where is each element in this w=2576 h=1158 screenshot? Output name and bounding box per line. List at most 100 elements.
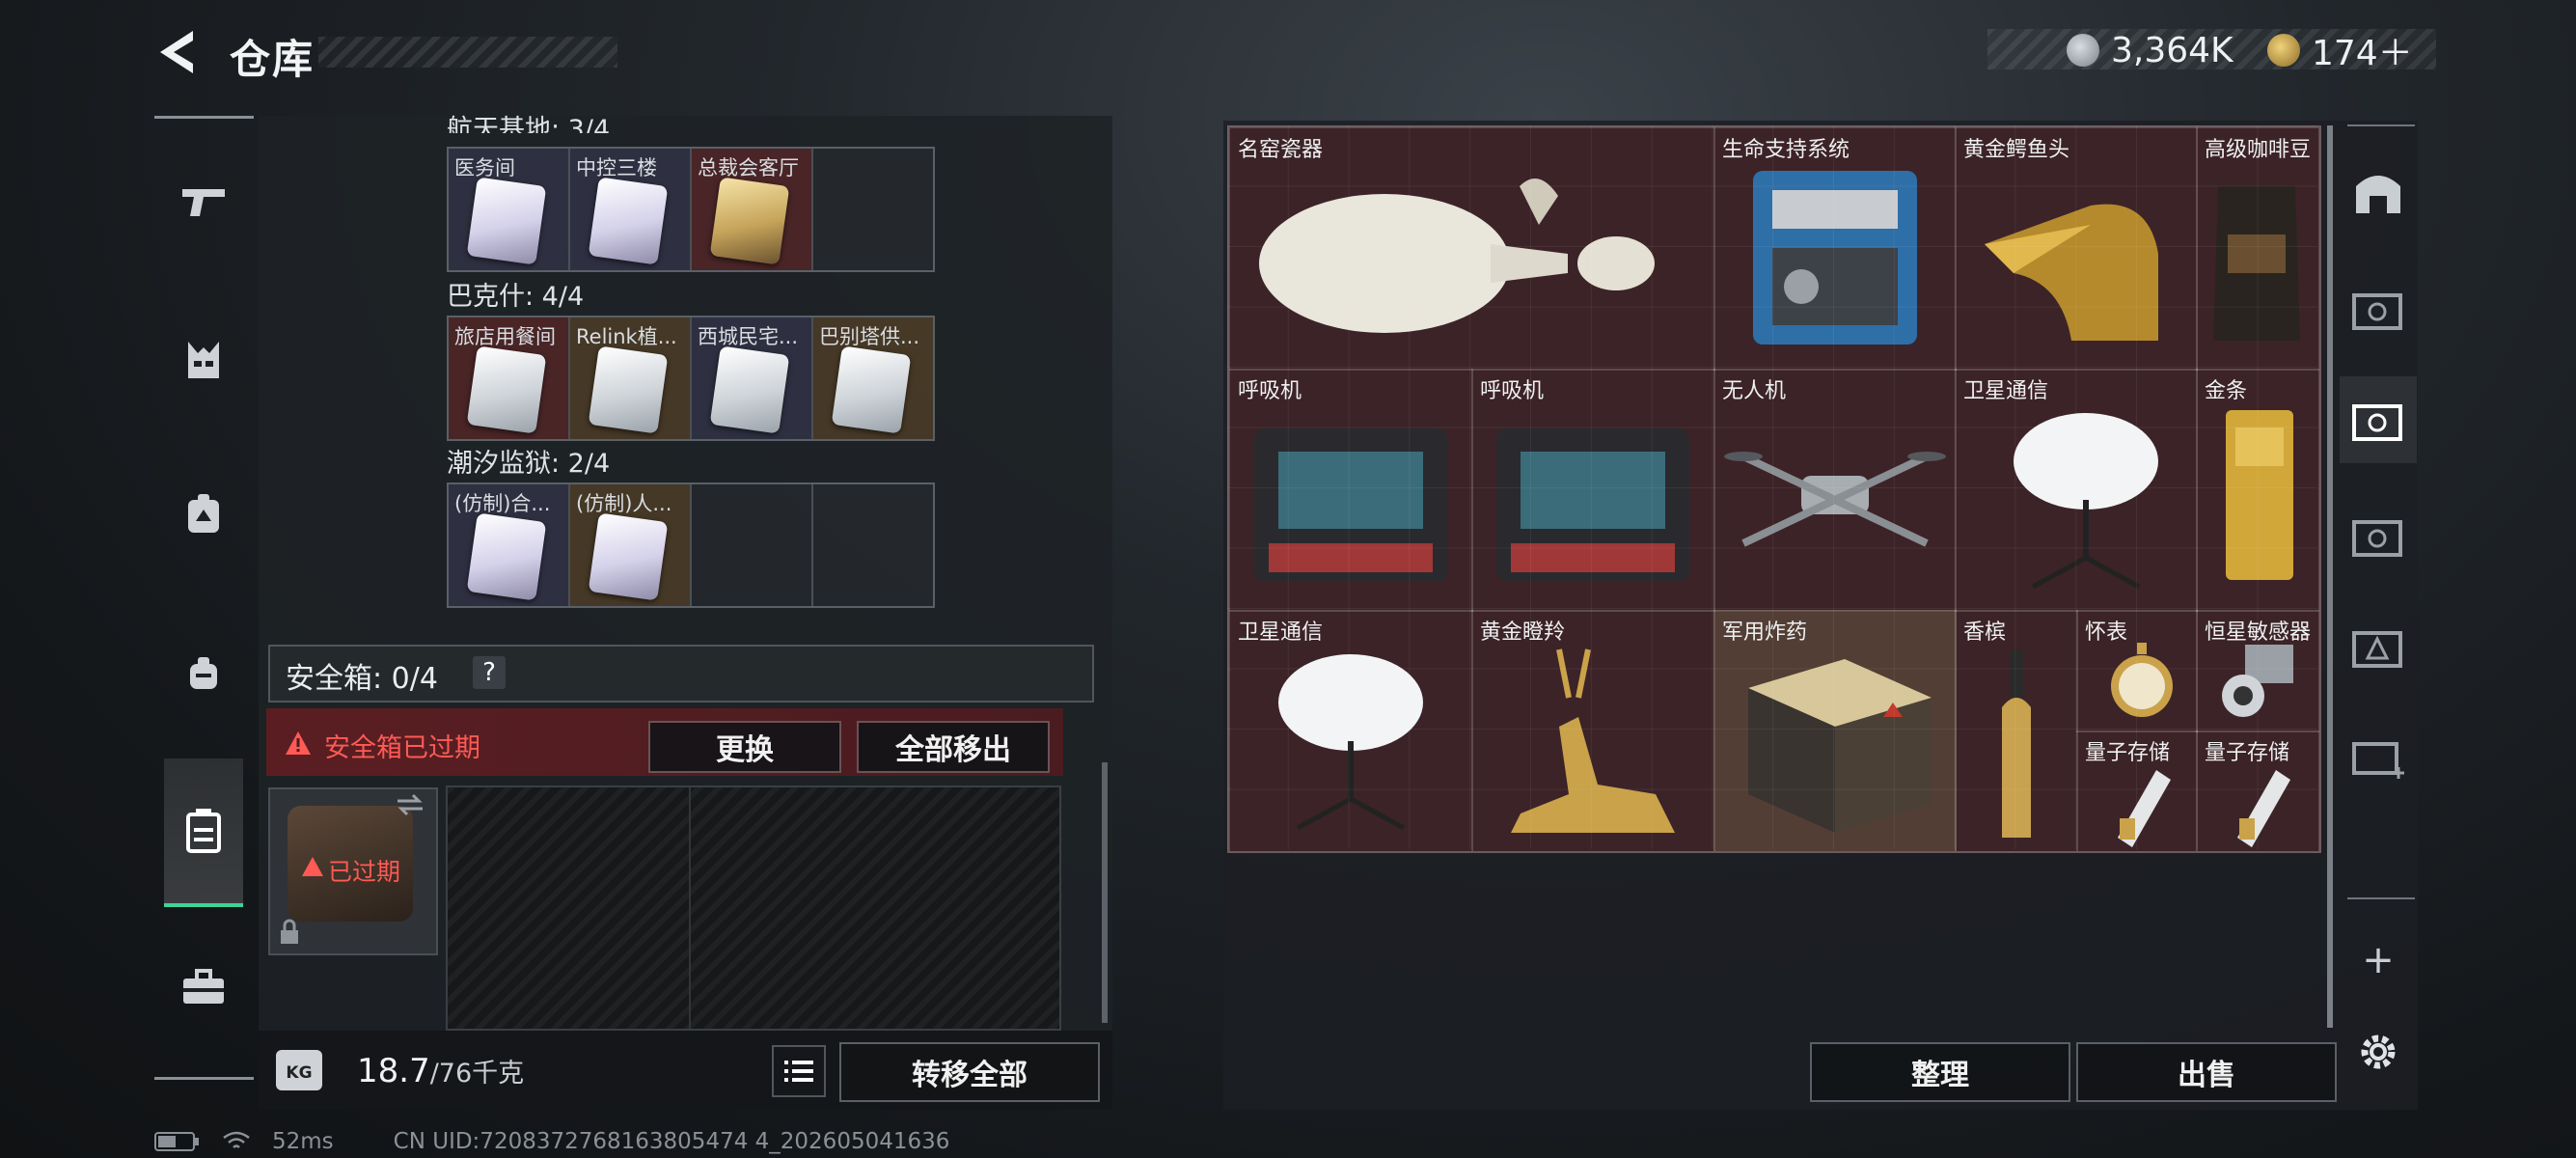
swap-icon[interactable] — [394, 793, 426, 816]
back-arrow-icon — [160, 31, 193, 73]
safe-case-icon — [186, 809, 221, 853]
weight-value: 18.7/76千克 — [357, 1052, 524, 1090]
pocket-watch-icon — [2111, 643, 2173, 717]
item-coffee-beans[interactable]: 高级咖啡豆 — [2196, 127, 2319, 371]
keycard-slot-empty[interactable] — [692, 484, 813, 606]
safe-tier-4-icon — [2352, 404, 2402, 441]
nav-weapon[interactable] — [164, 129, 243, 274]
nav-toolbox[interactable] — [164, 915, 243, 1060]
keycard-slot[interactable]: 医务间 — [449, 149, 570, 270]
safe-box-storage[interactable] — [446, 786, 1061, 1031]
ping-value: 52ms — [272, 1129, 334, 1154]
nav-safe-box[interactable] — [164, 758, 243, 907]
nav-backpack[interactable] — [164, 442, 243, 587]
keycard-grid-1: 医务间 中控三楼 总裁会客厅 — [447, 147, 935, 272]
keycard-slot-empty[interactable] — [813, 484, 933, 606]
pistol-icon — [182, 189, 225, 216]
warehouse-tab-4-active[interactable] — [2340, 376, 2417, 463]
toolbox-icon — [183, 969, 224, 1004]
wifi-icon — [223, 1131, 250, 1148]
title-stripes — [318, 37, 617, 68]
keycard-label: 旅店用餐间 — [454, 325, 556, 348]
keycard-slot[interactable]: 中控三楼 — [570, 149, 692, 270]
keycard-slot[interactable]: 西城民宅... — [692, 317, 813, 439]
item-name: 呼吸机 — [1238, 379, 1302, 403]
safe-tier-4-icon — [2352, 520, 2402, 557]
keycard-slot[interactable]: Relink植... — [570, 317, 692, 439]
vest-icon — [188, 342, 219, 378]
gear-icon — [2361, 1034, 2396, 1069]
item-champagne[interactable]: 香槟 — [1955, 610, 2078, 851]
item-quantum-storage[interactable]: 量子存储 — [2076, 731, 2198, 851]
item-satcom[interactable]: 卫星通信 — [1229, 610, 1473, 851]
item-gold-croc-head[interactable]: 黄金鳄鱼头 — [1955, 127, 2198, 371]
expired-banner-text: 安全箱已过期 — [324, 733, 480, 763]
item-name: 无人机 — [1722, 379, 1787, 403]
keycard-label: (仿制)合... — [454, 492, 551, 515]
nav-armor[interactable] — [164, 288, 243, 432]
porcelain-vase-icon — [1259, 179, 1655, 333]
currency-gold-value: 174＋ — [2312, 34, 2413, 73]
item-gold-gazelle[interactable]: 黄金瞪羚 — [1471, 610, 1715, 851]
keycard-slot-empty[interactable] — [813, 149, 933, 270]
settings-button[interactable] — [2340, 1008, 2417, 1095]
transfer-all-button[interactable]: 转移全部 — [839, 1042, 1100, 1102]
champagne-bottle-icon — [2002, 649, 2031, 838]
item-pocket-watch[interactable]: 怀表 — [2076, 610, 2198, 732]
left-scrollbar[interactable] — [1102, 762, 1108, 1023]
back-button[interactable] — [154, 27, 203, 77]
star-sensor-icon — [2222, 645, 2293, 717]
right-scrollbar[interactable] — [2327, 125, 2333, 1028]
nav-bag[interactable] — [164, 601, 243, 746]
list-icon — [784, 1061, 813, 1082]
item-name: 呼吸机 — [1480, 379, 1545, 403]
remove-all-button[interactable]: 全部移出 — [857, 721, 1050, 773]
item-satcom[interactable]: 卫星通信 — [1955, 369, 2198, 612]
keycard-slot[interactable]: (仿制)合... — [449, 484, 570, 606]
warning-icon — [302, 857, 323, 876]
satellite-dish-icon — [2014, 413, 2158, 590]
item-ventilator[interactable]: 呼吸机 — [1229, 369, 1473, 612]
gold-bar-icon — [2226, 410, 2293, 580]
warehouse-tab-3[interactable] — [2340, 603, 2417, 690]
keycard-slot[interactable]: 巴别塔供... — [813, 317, 933, 439]
help-button[interactable]: ? — [473, 656, 506, 689]
keycard-icon — [588, 177, 669, 265]
item-name: 卫星通信 — [1238, 620, 1324, 645]
item-life-support[interactable]: 生命支持系统 — [1713, 127, 1957, 371]
item-porcelain[interactable]: 名窑瓷器 — [1229, 127, 1715, 371]
keycard-label: 中控三楼 — [576, 156, 657, 179]
weight-current: 18.7 — [357, 1052, 430, 1090]
keycard-label: (仿制)人... — [576, 492, 672, 515]
warehouse-tab-4b[interactable] — [2340, 492, 2417, 579]
warehouse-tab-2-add[interactable] — [2340, 714, 2417, 801]
item-quantum-storage[interactable]: 量子存储 — [2196, 731, 2319, 851]
gold-croc-head-icon — [1985, 204, 2158, 341]
keycard-slot[interactable]: 旅店用餐间 — [449, 317, 570, 439]
backpack-icon — [188, 494, 219, 533]
item-ventilator[interactable]: 呼吸机 — [1471, 369, 1715, 612]
item-gold-bar[interactable]: 金条 — [2196, 369, 2319, 612]
warehouse-tab-all[interactable] — [2340, 150, 2417, 236]
add-warehouse-button[interactable]: + — [2340, 917, 2417, 1004]
keycard-slot[interactable]: 总裁会客厅 — [692, 149, 813, 270]
item-star-sensor[interactable]: 恒星敏感器 — [2196, 610, 2319, 732]
item-military-explosive[interactable]: 军用炸药 — [1713, 610, 1957, 851]
organize-button[interactable]: 整理 — [1810, 1042, 2070, 1102]
replace-button[interactable]: 更换 — [648, 721, 841, 773]
item-drone[interactable]: 无人机 — [1713, 369, 1957, 612]
currency-silver[interactable]: 3,364K — [2067, 31, 2233, 70]
warehouse-tab-4[interactable] — [2340, 265, 2417, 352]
keycard-icon — [466, 177, 547, 265]
warehouse-grid: 名窑瓷器 生命支持系统 黄金鳄鱼头 高级咖啡豆 呼吸机 呼吸机 无人机 卫星通信… — [1227, 125, 2321, 853]
safe-tier-3-icon — [2352, 631, 2402, 668]
drone-icon — [1724, 452, 1946, 547]
sell-button[interactable]: 出售 — [2076, 1042, 2337, 1102]
item-name: 金条 — [2205, 379, 2248, 403]
list-view-button[interactable] — [772, 1045, 826, 1097]
keycard-label: 总裁会客厅 — [698, 156, 799, 179]
keycard-slot[interactable]: (仿制)人... — [570, 484, 692, 606]
currency-gold[interactable]: 174＋ — [2267, 31, 2413, 73]
lock-icon — [281, 919, 298, 944]
keycard-grid-3: (仿制)合... (仿制)人... — [447, 482, 935, 608]
